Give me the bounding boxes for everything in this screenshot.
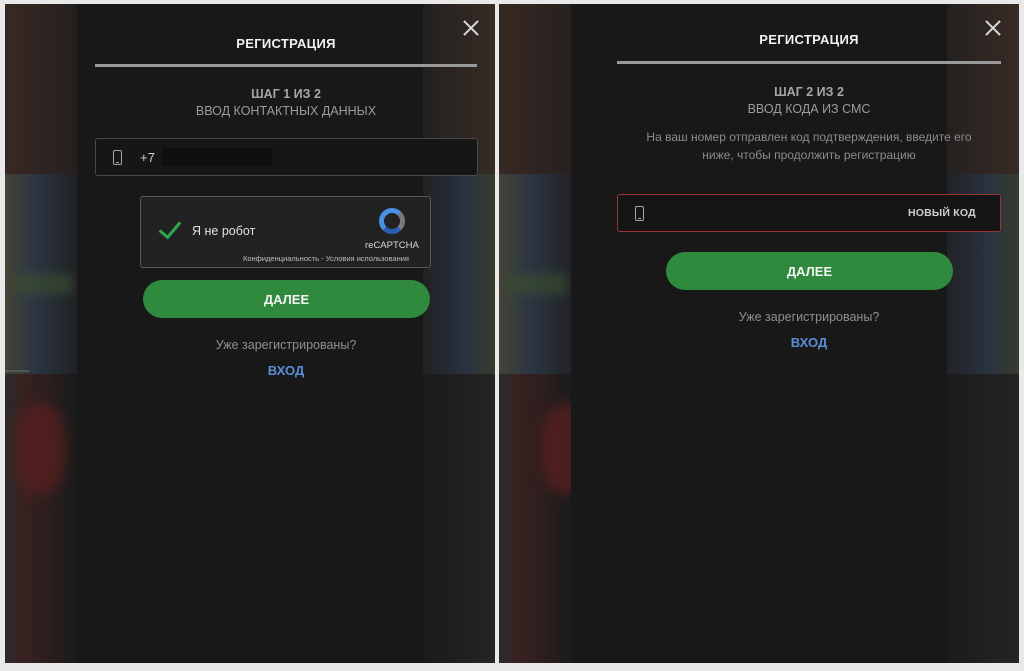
recaptcha-links[interactable]: Конфиденциальность - Условия использован… <box>243 254 409 263</box>
step-label: ШАГ 1 ИЗ 2 <box>251 87 321 101</box>
page-title: РЕГИСТРАЦИЯ <box>236 36 336 51</box>
next-button[interactable]: ДАЛЕЕ <box>666 252 953 290</box>
step-indicator: ШАГ 1 ИЗ 2 ВВОД КОНТАКТНЫХ ДАННЫХ <box>95 86 477 120</box>
recaptcha-logo-icon <box>377 206 407 236</box>
step-label: ШАГ 2 ИЗ 2 <box>774 85 844 99</box>
recaptcha-widget: Я не робот reCAPTCHA Конфиденциальность … <box>140 196 431 268</box>
already-registered-text: Уже зарегистрированы? <box>215 338 357 352</box>
recaptcha-brand: reCAPTCHA <box>365 240 419 251</box>
step-indicator: ШАГ 2 ИЗ 2 ВВОД КОДА ИЗ СМС <box>617 84 1001 118</box>
login-link[interactable]: ВХОД <box>759 335 859 350</box>
registration-step1-panel: РЕГИСТРАЦИЯ ШАГ 1 ИЗ 2 ВВОД КОНТАКТНЫХ Д… <box>5 4 495 663</box>
step-description: ВВОД КОНТАКТНЫХ ДАННЫХ <box>195 104 377 118</box>
check-icon[interactable] <box>157 215 183 241</box>
registration-step2-panel: РЕГИСТРАЦИЯ ШАГ 2 ИЗ 2 ВВОД КОДА ИЗ СМС … <box>499 4 1019 663</box>
sms-info-line: На ваш номер отправлен код подтверждения… <box>646 130 972 144</box>
captcha-label: Я не робот <box>192 224 256 238</box>
title-underline <box>617 61 1001 64</box>
title-underline <box>95 64 477 67</box>
divider <box>5 370 29 372</box>
sms-code-input[interactable]: НОВЫЙ КОД <box>617 194 1001 232</box>
phone-number-value <box>162 148 272 166</box>
page-title: РЕГИСТРАЦИЯ <box>759 32 859 47</box>
new-code-button[interactable]: НОВЫЙ КОД <box>908 207 976 219</box>
phone-icon <box>635 206 644 221</box>
already-registered-text: Уже зарегистрированы? <box>738 310 880 324</box>
sms-info-text: На ваш номер отправлен код подтверждения… <box>617 128 1001 164</box>
sms-info-line: ниже, чтобы продолжить регистрацию <box>702 148 916 162</box>
phone-prefix: +7 <box>140 150 155 165</box>
phone-icon <box>113 150 122 165</box>
phone-input[interactable]: +7 <box>95 138 478 176</box>
next-button[interactable]: ДАЛЕЕ <box>143 280 430 318</box>
step-description: ВВОД КОДА ИЗ СМС <box>747 102 871 116</box>
login-link[interactable]: ВХОД <box>236 363 336 378</box>
